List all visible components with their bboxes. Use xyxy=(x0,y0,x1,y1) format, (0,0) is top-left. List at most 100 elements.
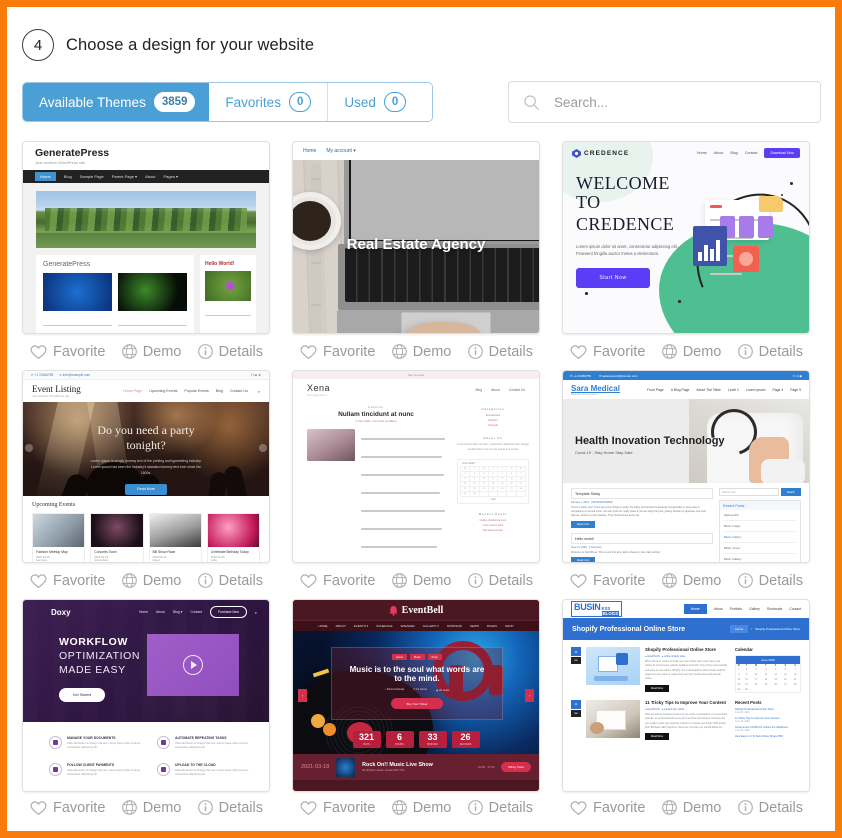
details-button[interactable]: Details xyxy=(197,343,263,360)
eb-prev-arrow[interactable]: ‹ xyxy=(298,689,307,702)
theme-card[interactable]: Home My account ▾ Real Estate Agency Fav… xyxy=(292,141,540,370)
eb-nav[interactable]: HOME ABOUT EVENTS ▾ SCHEDULE SPEAKER GALLER… xyxy=(293,620,539,631)
favorite-button[interactable]: Favorite xyxy=(569,799,645,816)
details-button[interactable]: Details xyxy=(737,799,803,816)
details-button[interactable]: Details xyxy=(467,799,533,816)
el-event-card[interactable]: Fashion Meetup May 2020-04-15 Germany xyxy=(32,513,86,562)
eb-cta[interactable]: Buy Your Ticket xyxy=(391,698,443,709)
favorite-button[interactable]: Favorite xyxy=(29,343,105,360)
theme-card[interactable]: GeneratePress Just another WordPress sit… xyxy=(22,141,270,370)
dx-feature-title: MANAGE YOUR DOCUMENTS xyxy=(67,736,116,740)
theme-thumbnail-generatepress[interactable]: GeneratePress Just another WordPress sit… xyxy=(22,141,270,334)
theme-thumbnail-eventbell[interactable]: EventBell HOME ABOUT EVENTS ▾ SCHEDULE SPE… xyxy=(292,599,540,792)
sm-sidebar-item[interactable]: Block: Cover xyxy=(724,543,796,554)
favorite-button[interactable]: Favorite xyxy=(299,343,375,360)
sm-sidebar-item[interactable]: Block: Gallery xyxy=(724,532,796,543)
globe-icon xyxy=(661,799,678,816)
theme-thumbnail-doxy[interactable]: Doxy Home About Blog ▾ Contact Purchase No… xyxy=(22,599,270,792)
theme-card[interactable]: ✆ +1 23456789 ✉ info@example.com f t ◉ ✚… xyxy=(22,370,270,599)
demo-button[interactable]: Demo xyxy=(661,799,721,816)
favorite-button[interactable]: Favorite xyxy=(569,343,645,360)
gp-nav[interactable]: Home Blog Sample Page Parent Page ▾ About … xyxy=(23,170,269,183)
eb-event-cta[interactable]: Billing Ticket xyxy=(501,762,531,772)
demo-button[interactable]: Demo xyxy=(121,572,181,589)
bb-post1-body: When the time comes to build your own on… xyxy=(645,659,727,681)
sm-read-more-2[interactable]: Read more xyxy=(571,556,595,562)
favorite-button[interactable]: Favorite xyxy=(569,572,645,589)
theme-card[interactable]: Doxy Home About Blog ▾ Contact Purchase No… xyxy=(22,599,270,826)
eb-next-arrow[interactable]: › xyxy=(525,689,534,702)
heart-icon xyxy=(29,799,48,816)
cr-nav[interactable]: CREDENCE Home About Blog Contact Download … xyxy=(563,142,809,164)
search-box[interactable] xyxy=(508,81,821,123)
sm-read-more-1[interactable]: Read more xyxy=(571,521,595,529)
sm-sidebar-item[interactable]: Block: Image xyxy=(724,521,796,532)
xn-nav[interactable]: Blog About Contact Us xyxy=(475,388,525,392)
bb-breadcrumb-home[interactable]: Home xyxy=(730,625,749,633)
details-button[interactable]: Details xyxy=(467,572,533,589)
sm-sidebar-item[interactable]: Hello world! xyxy=(724,510,796,521)
tab-favorites[interactable]: Favorites 0 xyxy=(209,83,329,121)
demo-button[interactable]: Demo xyxy=(121,343,181,360)
demo-button[interactable]: Demo xyxy=(121,799,181,816)
dx-video-thumb[interactable] xyxy=(147,634,239,696)
details-button[interactable]: Details xyxy=(197,572,263,589)
sm-sidebar-item[interactable]: Block: Gallery xyxy=(724,554,796,562)
demo-button[interactable]: Demo xyxy=(661,343,721,360)
xn-post1-title: Nullam tincidunt at nunc xyxy=(338,411,414,418)
bb-sidebar-item[interactable]: 11 Tricky Tips to Improve Your Content xyxy=(735,717,801,720)
theme-card[interactable]: ✆ +1 23456789 ✉ sarasupport@domain.com f… xyxy=(562,370,810,599)
details-button[interactable]: Details xyxy=(737,343,803,360)
favorite-button[interactable]: Favorite xyxy=(299,799,375,816)
theme-thumbnail-credence[interactable]: CREDENCE Home About Blog Contact Download … xyxy=(562,141,810,334)
theme-card[interactable]: EventBell HOME ABOUT EVENTS ▾ SCHEDULE SPE… xyxy=(292,599,540,826)
el-body: Lorem ipsum is simply dummy text of the … xyxy=(90,459,202,475)
favorite-button[interactable]: Favorite xyxy=(299,572,375,589)
cr-nav-cta[interactable]: Download Now xyxy=(764,148,800,158)
bb-read-more-1[interactable]: Read More xyxy=(645,684,669,692)
favorite-label: Favorite xyxy=(593,572,646,589)
theme-card[interactable]: CREDENCE Home About Blog Contact Download … xyxy=(562,141,810,370)
tab-available-themes[interactable]: Available Themes 3859 xyxy=(23,83,210,121)
cr-cta[interactable]: Start Now xyxy=(576,267,650,288)
favorite-button[interactable]: Favorite xyxy=(29,572,105,589)
sm-search-button[interactable]: Search xyxy=(781,488,801,496)
gp-heading: GeneratePress xyxy=(43,261,91,268)
bb-sidebar-item[interactable]: Government COVID-19: Advice For Marketer… xyxy=(735,726,801,729)
demo-button[interactable]: Demo xyxy=(391,799,451,816)
dx-feature-body: Click edit button to change this text. L… xyxy=(67,768,141,777)
details-button[interactable]: Details xyxy=(467,343,533,360)
bb-nav[interactable]: Home About Portfolio Gallery Shortcode Con… xyxy=(683,604,801,614)
theme-thumbnail-business-blogs[interactable]: BUSIN ESS BLOGS Home About Portfolio Gall… xyxy=(562,599,810,792)
theme-thumbnail-xena[interactable]: Site preview Xena Free blog theme Blog Ab… xyxy=(292,370,540,563)
tab-used[interactable]: Used 0 xyxy=(328,83,433,121)
re-nav[interactable]: Home My account ▾ xyxy=(293,142,539,160)
details-button[interactable]: Details xyxy=(197,799,263,816)
cr-logo: CREDENCE xyxy=(584,149,630,157)
theme-thumbnail-event-listing[interactable]: ✆ +1 23456789 ✉ info@example.com f t ◉ ✚… xyxy=(22,370,270,563)
el-event-card[interactable]: Bill Show Race 2020-04-20 Nepal xyxy=(148,513,202,562)
details-button[interactable]: Details xyxy=(737,572,803,589)
el-event-card[interactable]: Celebrate Birthday Today 2020-04-25 Indi… xyxy=(206,513,260,562)
demo-button[interactable]: Demo xyxy=(391,343,451,360)
demo-button[interactable]: Demo xyxy=(661,572,721,589)
el-event-card[interactable]: Concerts Town 2020-04-19 Amsterdam xyxy=(90,513,144,562)
favorite-button[interactable]: Favorite xyxy=(29,799,105,816)
sm-nav[interactable]: Front Page A Blog Page About The Table Lev… xyxy=(647,388,801,392)
bb-sidebar-item[interactable]: How Easy Is It To Sew Online Shops PDF xyxy=(735,735,801,738)
bb-read-more-2[interactable]: Read More xyxy=(645,733,669,741)
el-cta[interactable]: Read More xyxy=(125,483,167,495)
demo-button[interactable]: Demo xyxy=(391,572,451,589)
card-actions: Favorite Demo Details xyxy=(292,792,540,826)
theme-thumbnail-real-estate-agency[interactable]: Home My account ▾ Real Estate Agency xyxy=(292,141,540,334)
el-nav[interactable]: Home Page Upcoming Events Popular Events… xyxy=(123,389,260,394)
theme-card[interactable]: BUSIN ESS BLOGS Home About Portfolio Gall… xyxy=(562,599,810,826)
bb-sidebar-item[interactable]: Shopify Professional Online Store xyxy=(735,708,801,711)
search-input[interactable] xyxy=(552,93,806,111)
theme-card[interactable]: Site preview Xena Free blog theme Blog Ab… xyxy=(292,370,540,599)
dx-nav-cta[interactable]: Purchase Now xyxy=(210,606,247,618)
theme-grid: GeneratePress Just another WordPress sit… xyxy=(9,123,833,826)
dx-cta[interactable]: Get Started xyxy=(59,688,105,702)
xn-topbar: Site preview xyxy=(407,373,425,377)
theme-thumbnail-sara-medical[interactable]: ✆ +1 23456789 ✉ sarasupport@domain.com f… xyxy=(562,370,810,563)
